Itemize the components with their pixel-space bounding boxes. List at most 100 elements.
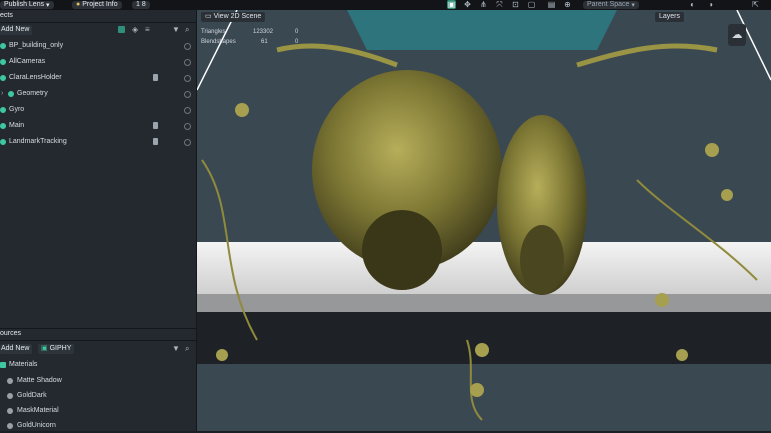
search-icon[interactable]: ⌕ [185,344,189,354]
project-info-label: Project Info [82,1,118,8]
pivot-tool-icon[interactable]: ⊕ [563,0,572,9]
expand-chevron-icon[interactable]: › [1,87,3,101]
scene-object-icon [0,123,6,129]
layers-label: Layers [659,13,681,20]
object-row[interactable]: ClaraLensHolder [0,71,196,85]
object-label: Geometry [17,90,48,97]
stat-label: Triangles [201,29,226,35]
giphy-button[interactable]: ▣ GIPHY [38,344,75,354]
script-icon[interactable] [153,138,158,145]
object-label: LandmarkTracking [9,138,67,145]
exit-icon[interactable]: ⇱ [751,0,760,9]
material-label: GoldDark [17,392,47,399]
select-tool-icon[interactable]: ▣ [447,0,456,9]
material-row[interactable]: GoldDark [0,389,196,403]
stat-value: 61 [261,39,268,45]
material-label: Matte Shadow [17,377,62,384]
material-row[interactable]: MaskMaterial [0,404,196,418]
scene-object-icon [0,59,6,65]
scale-tool-icon[interactable]: ⊡ [511,0,520,9]
rect-tool-icon[interactable]: ▢ [527,0,536,9]
stat-value: 123302 [253,29,274,35]
scene-viewport[interactable]: ▭ View 2D Scene Layers ☁ Triangles 12330… [197,10,771,431]
scene-render [197,10,771,431]
left-panel: ects Add New ◈ ≡ ▼ ⌕ BP_building_only All… [0,10,197,431]
layers-icon[interactable]: ≡ [145,25,150,34]
visibility-toggle-icon[interactable] [184,107,191,114]
object-label: AllCameras [9,58,46,65]
stat-extra: 0 [295,39,299,45]
cube-icon[interactable]: ◈ [132,25,138,34]
divider [0,22,196,23]
giphy-label: GIPHY [49,345,72,352]
object-label: Main [9,122,25,129]
transform-tool-icon[interactable]: ⤧ [495,0,504,9]
search-icon[interactable]: ⌕ [185,25,189,35]
badge-label: 1 8 [132,0,150,9]
info-icon: ● [76,1,81,8]
view-mode-icon[interactable] [118,26,125,33]
visibility-toggle-icon[interactable] [184,123,191,130]
visibility-toggle-icon[interactable] [184,75,191,82]
material-sphere-icon [7,393,13,399]
preview-avatar-icon[interactable]: ☁ [728,24,746,46]
visibility-toggle-icon[interactable] [184,43,191,50]
visibility-toggle-icon[interactable] [184,59,191,66]
chevron-down-icon: ▾ [631,1,635,9]
material-sphere-icon [7,408,13,414]
material-row[interactable]: Matte Shadow [0,374,196,388]
scene-object-icon [0,75,6,81]
stat-extra: 0 [295,29,299,35]
resources-toolbar: Add New ▣ GIPHY ▼ ⌕ [0,343,196,355]
project-info-button[interactable]: ● Project Info [72,0,122,9]
parent-space-label: Parent Space [587,1,630,8]
script-icon[interactable] [153,74,158,81]
stat-label: Blendshapes [201,39,236,45]
object-row[interactable]: BP_building_only [0,39,196,53]
object-label: BP_building_only [9,42,64,49]
object-row[interactable]: › Geometry [0,87,196,101]
object-row[interactable]: LandmarkTracking [0,135,196,149]
script-icon[interactable] [153,122,158,129]
objects-panel-title: ects [0,12,13,19]
view-2d-scene-button[interactable]: ▭ View 2D Scene [201,12,266,22]
folder-icon [0,362,6,368]
object-label: ClaraLensHolder [9,74,62,81]
scene-object-icon [0,139,6,145]
divider [0,340,196,341]
scene-object-icon [8,91,14,97]
filter-icon[interactable]: ▼ [172,344,180,353]
monitor-icon: ▭ [205,13,212,20]
view-2d-scene-label: View 2D Scene [213,13,262,20]
resources-panel-title: ources [0,330,22,337]
preview-badge[interactable]: 1 8 [132,0,150,9]
scene-object-icon [0,107,6,113]
objects-add-new-button[interactable]: Add New [0,25,33,35]
grid-tool-icon[interactable]: ▤ [547,0,556,9]
resources-add-new-button[interactable]: Add New [0,344,33,354]
publish-lens-button[interactable]: Publish Lens ▾ [0,0,54,9]
visibility-toggle-icon[interactable] [184,91,191,98]
move-tool-icon[interactable]: ✥ [463,0,472,9]
object-row[interactable]: Gyro [0,103,196,117]
materials-folder[interactable]: Materials [0,358,196,372]
lighting-icon[interactable]: ◑ [706,0,715,9]
object-row[interactable]: Main [0,119,196,133]
material-label: MaskMaterial [17,407,59,414]
object-row[interactable]: AllCameras [0,55,196,69]
chevron-down-icon: ▾ [46,1,50,9]
material-sphere-icon [7,378,13,384]
layers-button[interactable]: Layers [655,12,685,22]
hierarchy-tool-icon[interactable]: ⋔ [479,0,488,9]
objects-toolbar: Add New ◈ ≡ ▼ ⌕ [0,24,196,36]
parent-space-select[interactable]: Parent Space ▾ [583,0,639,9]
material-sphere-icon [7,423,13,429]
visibility-toggle-icon[interactable] [184,139,191,146]
object-label: Gyro [9,106,25,113]
scene-object-icon [0,43,6,49]
publish-lens-label: Publish Lens [4,1,45,8]
filter-icon[interactable]: ▼ [172,25,180,34]
camera-icon[interactable]: ◐ [688,0,697,9]
giphy-icon: ▣ [41,345,48,352]
materials-label: Materials [9,361,38,368]
